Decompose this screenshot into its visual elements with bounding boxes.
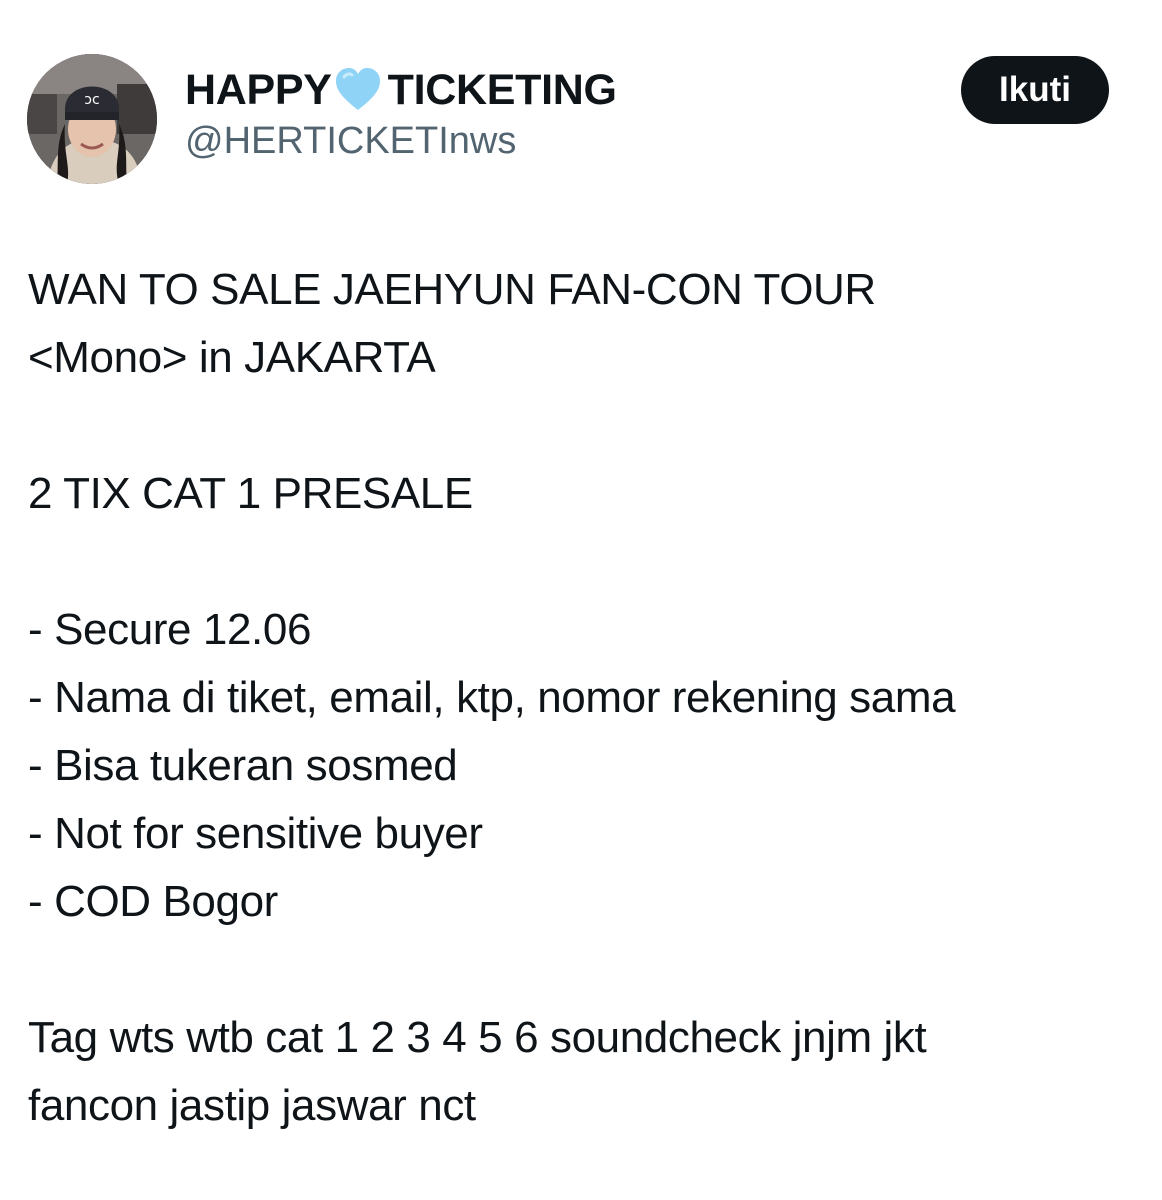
follow-button[interactable]: Ikuti	[961, 56, 1109, 124]
tags-line-1: Tag wts wtb cat 1 2 3 4 5 6 soundcheck j…	[28, 1013, 927, 1062]
tags-line-2: fancon jastip jaswar nct	[28, 1081, 476, 1130]
profile-photo-icon: ↄc	[27, 54, 157, 184]
post-body: WAN TO SALE JAEHYUN FAN-CON TOUR <Mono> …	[28, 256, 1138, 1140]
bullet-item: - Not for sensitive buyer	[28, 809, 483, 858]
post-title-line-2: <Mono> in JAKARTA	[28, 333, 436, 382]
avatar[interactable]: ↄc	[27, 54, 157, 184]
display-name-part2: TICKETING	[387, 66, 617, 114]
post: ↄc HAPPY TICKETING @HERTICKETInws Ikuti …	[0, 0, 1162, 1200]
display-name-part1: HAPPY	[185, 66, 332, 114]
bullet-item: - Secure 12.06	[28, 605, 312, 654]
display-name[interactable]: HAPPY TICKETING	[185, 64, 617, 116]
author-info: HAPPY TICKETING @HERTICKETInws	[185, 64, 617, 164]
post-title-line-1: WAN TO SALE JAEHYUN FAN-CON TOUR	[28, 265, 876, 314]
user-handle[interactable]: @HERTICKETInws	[185, 118, 617, 164]
post-header: ↄc HAPPY TICKETING @HERTICKETInws Ikuti	[27, 54, 1117, 184]
bullet-item: - COD Bogor	[28, 877, 278, 926]
bullet-item: - Bisa tukeran sosmed	[28, 741, 458, 790]
ticket-info-line: 2 TIX CAT 1 PRESALE	[28, 469, 473, 518]
light-blue-heart-icon	[334, 67, 382, 113]
svg-text:ↄc: ↄc	[84, 92, 99, 108]
bullet-item: - Nama di tiket, email, ktp, nomor reken…	[28, 673, 956, 722]
